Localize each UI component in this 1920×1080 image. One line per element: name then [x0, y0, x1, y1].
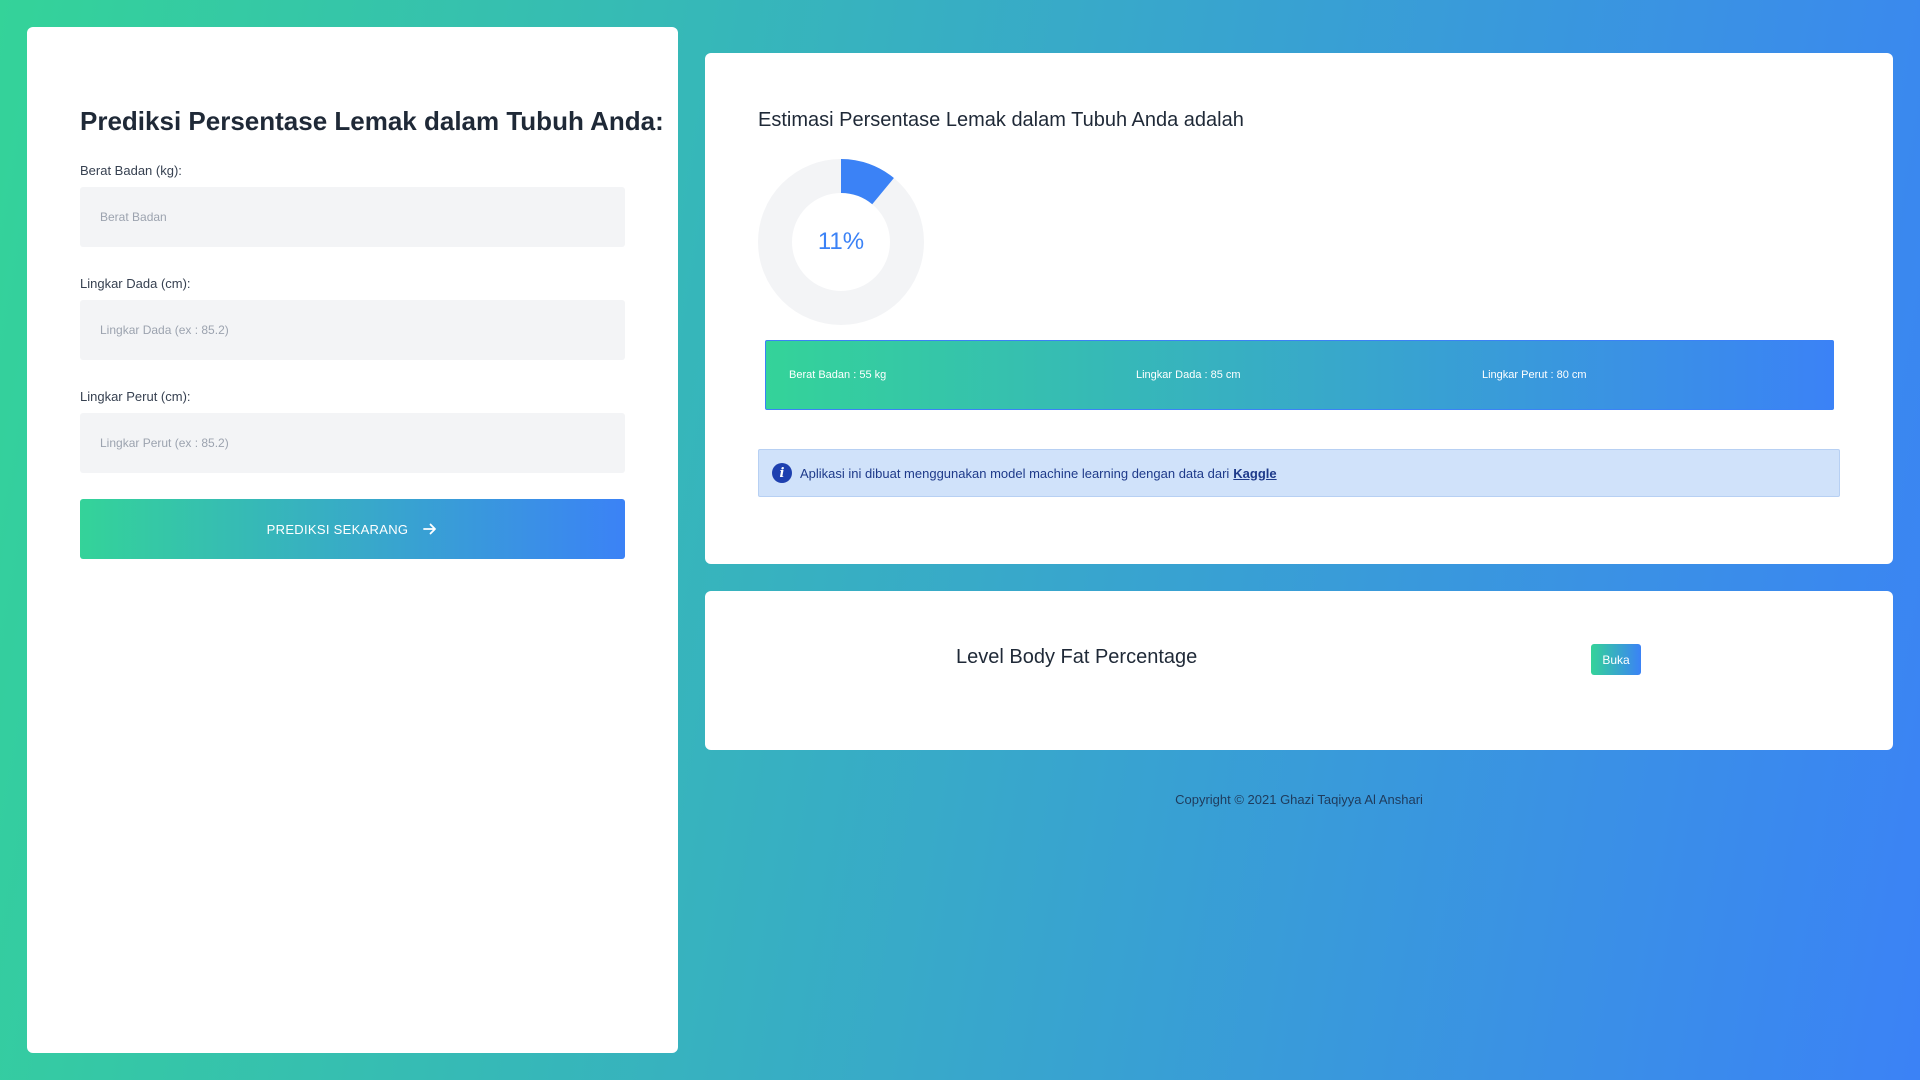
abdomen-input[interactable] — [80, 413, 625, 473]
percent-donut: 11% — [758, 159, 924, 325]
percent-value: 11% — [817, 228, 865, 255]
open-button[interactable]: Buka — [1591, 644, 1641, 675]
input-summary-bar: Berat Badan : 55 kg Lingkar Dada : 85 cm… — [765, 340, 1834, 410]
weight-summary: Berat Badan : 55 kg — [789, 369, 887, 381]
abdomen-summary: Lingkar Perut : 80 cm — [1482, 369, 1587, 381]
level-title: Level Body Fat Percentage — [956, 646, 1198, 668]
chest-input[interactable] — [80, 300, 625, 360]
info-text: Aplikasi ini dibuat menggunakan model ma… — [800, 465, 1230, 481]
prediction-form-card: Prediksi Persentase Lemak dalam Tubuh An… — [27, 27, 678, 1053]
arrow-right-icon — [422, 521, 438, 537]
form-title: Prediksi Persentase Lemak dalam Tubuh An… — [80, 106, 664, 136]
predict-button[interactable]: PREDIKSI SEKARANG — [80, 499, 625, 559]
weight-label: Berat Badan (kg): — [80, 163, 182, 178]
chest-label: Lingkar Dada (cm): — [80, 276, 191, 291]
level-card: Level Body Fat Percentage Buka — [705, 591, 1893, 750]
result-title: Estimasi Persentase Lemak dalam Tubuh An… — [758, 109, 1244, 131]
kaggle-link[interactable]: Kaggle — [1233, 466, 1276, 481]
chest-summary: Lingkar Dada : 85 cm — [1136, 369, 1241, 381]
abdomen-label: Lingkar Perut (cm): — [80, 389, 191, 404]
info-icon: i — [772, 463, 792, 483]
weight-input[interactable] — [80, 187, 625, 247]
result-card: Estimasi Persentase Lemak dalam Tubuh An… — [705, 53, 1893, 564]
info-alert: i Aplikasi ini dibuat menggunakan model … — [758, 449, 1840, 497]
copyright-text: Copyright © 2021 Ghazi Taqiyya Al Anshar… — [1175, 792, 1423, 807]
predict-button-label: PREDIKSI SEKARANG — [266, 521, 409, 537]
